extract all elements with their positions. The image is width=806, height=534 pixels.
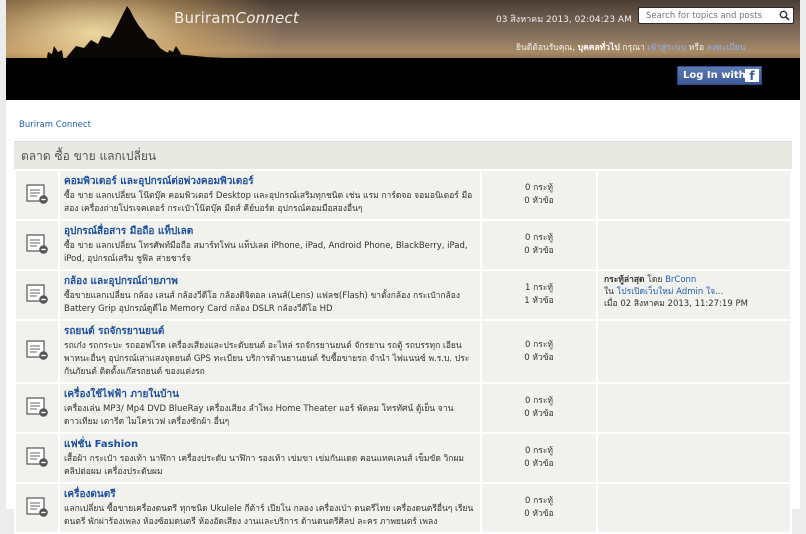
forum-stats: 0 กระทู้ 0 หัวข้อ bbox=[482, 384, 596, 432]
forum-info: รถยนต์ รถจักรยานยนต์รถเก๋ง รถกระบะ รถออฟ… bbox=[60, 321, 480, 382]
last-post bbox=[598, 171, 790, 219]
last-post-topic[interactable]: โปรเปิดเว็บใหม่ Admin ใจ... bbox=[617, 287, 724, 297]
forum-row: เครื่องใช้ไฟฟ้า ภายในบ้านเครื่องเล่น MP3… bbox=[16, 384, 790, 432]
forum-info: เครื่องใช้ไฟฟ้า ภายในบ้านเครื่องเล่น MP3… bbox=[60, 384, 480, 432]
forum-read-icon bbox=[25, 340, 49, 364]
forum-icon-cell bbox=[16, 271, 58, 319]
forum-description: เสื้อผ้า กระเป๋า รองเท้า นาฬิกา เครื่องป… bbox=[64, 454, 465, 477]
forum-read-icon bbox=[25, 496, 49, 521]
forum-title-link[interactable]: รถยนต์ รถจักรยานยนต์ bbox=[64, 324, 476, 339]
current-datetime: 03 สิงหาคม 2013, 02:04:23 AM bbox=[496, 15, 632, 25]
page-frame: BuriramConnect 03 สิงหาคม 2013, 02:04:23… bbox=[6, 0, 800, 534]
topic-count: 0 หัวข้อ bbox=[524, 409, 554, 419]
forum-title-link[interactable]: อุปกรณ์สื่อสาร มือถือ แท็ปเลต bbox=[64, 224, 476, 239]
forum-stats: 1 กระทู้ 1 หัวข้อ bbox=[482, 271, 596, 319]
search-icon[interactable] bbox=[779, 10, 790, 21]
forum-title-link[interactable]: แฟชั่น Fashion bbox=[64, 437, 476, 452]
search-input[interactable] bbox=[639, 8, 778, 23]
topic-count: 0 หัวข้อ bbox=[524, 352, 554, 363]
forum-info: คอมพิวเตอร์ และอุปกรณ์ต่อพ่วงคอมพิวเตอร์… bbox=[60, 171, 480, 219]
forum-icon-cell bbox=[16, 321, 58, 382]
forum-read-icon bbox=[25, 183, 49, 208]
forum-description: ซื้อ ขาย แลกเปลี่ยน โทรศัพท์มือถือ สมาร์… bbox=[64, 241, 468, 264]
forum-description: ซื้อขายแลกเปลี่ยน กล้อง เลนส์ กล้องวีดีโ… bbox=[64, 291, 461, 314]
forum-info: เครื่องดนตรีแลกเปลี่ยน ซื้อขายเครื่องดนต… bbox=[60, 484, 480, 532]
topic-count: 1 หัวข้อ bbox=[524, 296, 554, 306]
forum-title-link[interactable]: คอมพิวเตอร์ และอุปกรณ์ต่อพ่วงคอมพิวเตอร์ bbox=[64, 174, 476, 189]
login-link[interactable]: เข้าสู่ระบบ bbox=[648, 43, 687, 53]
forum-icon-cell bbox=[16, 434, 58, 482]
search-box[interactable] bbox=[638, 7, 794, 24]
forum-read-icon bbox=[25, 283, 49, 308]
topic-count: 0 หัวข้อ bbox=[524, 246, 554, 256]
last-post: กระทู้ล่าสุด โดย BrConn ใน โปรเปิดเว็บใหม… bbox=[598, 271, 790, 319]
forum-description: แลกเปลี่ยน ซื้อขายเครื่องดนตรี ทุกชนิด U… bbox=[64, 504, 474, 527]
post-count: 1 กระทู้ bbox=[525, 283, 553, 293]
last-post bbox=[598, 484, 790, 532]
main-content: Buriram Connect ตลาด ซื้อ ขาย แลกเปลี่ยน… bbox=[6, 100, 800, 534]
forum-description: ซื้อ ขาย แลกเปลี่ยน โน๊ตบุ๊ค คอมพิวเตอร์… bbox=[64, 191, 473, 214]
forum-info: กล้อง และอุปกรณ์ถ่ายภาพซื้อขายแลกเปลี่ยน… bbox=[60, 271, 480, 319]
forum-row: เครื่องดนตรีแลกเปลี่ยน ซื้อขายเครื่องดนต… bbox=[16, 484, 790, 532]
forum-read-icon bbox=[25, 396, 49, 421]
post-count: 0 กระทู้ bbox=[525, 396, 553, 406]
forum-row: กล้อง และอุปกรณ์ถ่ายภาพซื้อขายแลกเปลี่ยน… bbox=[16, 271, 790, 319]
forum-icon-cell bbox=[16, 484, 58, 532]
last-post bbox=[598, 434, 790, 482]
post-count: 0 กระทู้ bbox=[525, 339, 553, 350]
topic-count: 0 หัวข้อ bbox=[524, 459, 554, 469]
topic-count: 0 หัวข้อ bbox=[524, 196, 554, 206]
breadcrumb[interactable]: Buriram Connect bbox=[19, 120, 91, 130]
forum-description: เครื่องเล่น MP3/ Mp4 DVD BlueRay เครื่อง… bbox=[64, 404, 454, 427]
register-link[interactable]: ลงทะเบียน bbox=[707, 43, 746, 53]
welcome-message: ยินดีต้อนรับคุณ, บุคคลทั่วไป กรุณา เข้าส… bbox=[516, 43, 746, 53]
post-count: 0 กระทู้ bbox=[525, 233, 553, 243]
forum-table: คอมพิวเตอร์ และอุปกรณ์ต่อพ่วงคอมพิวเตอร์… bbox=[14, 169, 792, 534]
forum-stats: 0 กระทู้ 0 หัวข้อ bbox=[482, 321, 596, 382]
forum-row: แฟชั่น Fashion เสื้อผ้า กระเป๋า รองเท้า น… bbox=[16, 434, 790, 482]
post-count: 0 กระทู้ bbox=[525, 496, 553, 506]
forum-info: แฟชั่น Fashion เสื้อผ้า กระเป๋า รองเท้า น… bbox=[60, 434, 480, 482]
forum-description: รถเก๋ง รถกระบะ รถออฟโรด เครื่องเสียงและป… bbox=[64, 341, 470, 377]
guest-name: บุคคลทั่วไป bbox=[577, 43, 620, 53]
post-count: 0 กระทู้ bbox=[525, 446, 553, 456]
post-count: 0 กระทู้ bbox=[525, 183, 553, 193]
forum-row: อุปกรณ์สื่อสาร มือถือ แท็ปเลตซื้อ ขาย แล… bbox=[16, 221, 790, 269]
forum-title-link[interactable]: กล้อง และอุปกรณ์ถ่ายภาพ bbox=[64, 274, 476, 289]
forum-row: คอมพิวเตอร์ และอุปกรณ์ต่อพ่วงคอมพิวเตอร์… bbox=[16, 171, 790, 219]
last-post bbox=[598, 221, 790, 269]
last-post bbox=[598, 321, 790, 382]
topic-count: 0 หัวข้อ bbox=[524, 509, 554, 519]
forum-icon-cell bbox=[16, 221, 58, 269]
forum-icon-cell bbox=[16, 384, 58, 432]
forum-stats: 0 กระทู้ 0 หัวข้อ bbox=[482, 221, 596, 269]
forum-read-icon bbox=[25, 233, 49, 258]
last-post bbox=[598, 384, 790, 432]
forum-title-link[interactable]: เครื่องใช้ไฟฟ้า ภายในบ้าน bbox=[64, 387, 476, 402]
forum-board: ตลาด ซื้อ ขาย แลกเปลี่ยน คอมพิวเตอร์ และ… bbox=[14, 141, 792, 534]
forum-row: รถยนต์ รถจักรยานยนต์รถเก๋ง รถกระบะ รถออฟ… bbox=[16, 321, 790, 382]
last-post-author[interactable]: BrConn bbox=[665, 275, 696, 285]
site-logo[interactable]: BuriramConnect bbox=[174, 9, 299, 27]
forum-stats: 0 กระทู้ 0 หัวข้อ bbox=[482, 484, 596, 532]
category-title[interactable]: ตลาด ซื้อ ขาย แลกเปลี่ยน bbox=[14, 141, 792, 169]
forum-icon-cell bbox=[16, 171, 58, 219]
forum-read-icon bbox=[25, 446, 49, 471]
facebook-login-button[interactable]: Log In with f bbox=[677, 66, 762, 85]
forum-info: อุปกรณ์สื่อสาร มือถือ แท็ปเลตซื้อ ขาย แล… bbox=[60, 221, 480, 269]
forum-stats: 0 กระทู้ 0 หัวข้อ bbox=[482, 171, 596, 219]
site-header: BuriramConnect 03 สิงหาคม 2013, 02:04:23… bbox=[6, 0, 800, 100]
forum-title-link[interactable]: เครื่องดนตรี bbox=[64, 487, 476, 502]
facebook-icon: f bbox=[745, 69, 759, 83]
forum-stats: 0 กระทู้ 0 หัวข้อ bbox=[482, 434, 596, 482]
